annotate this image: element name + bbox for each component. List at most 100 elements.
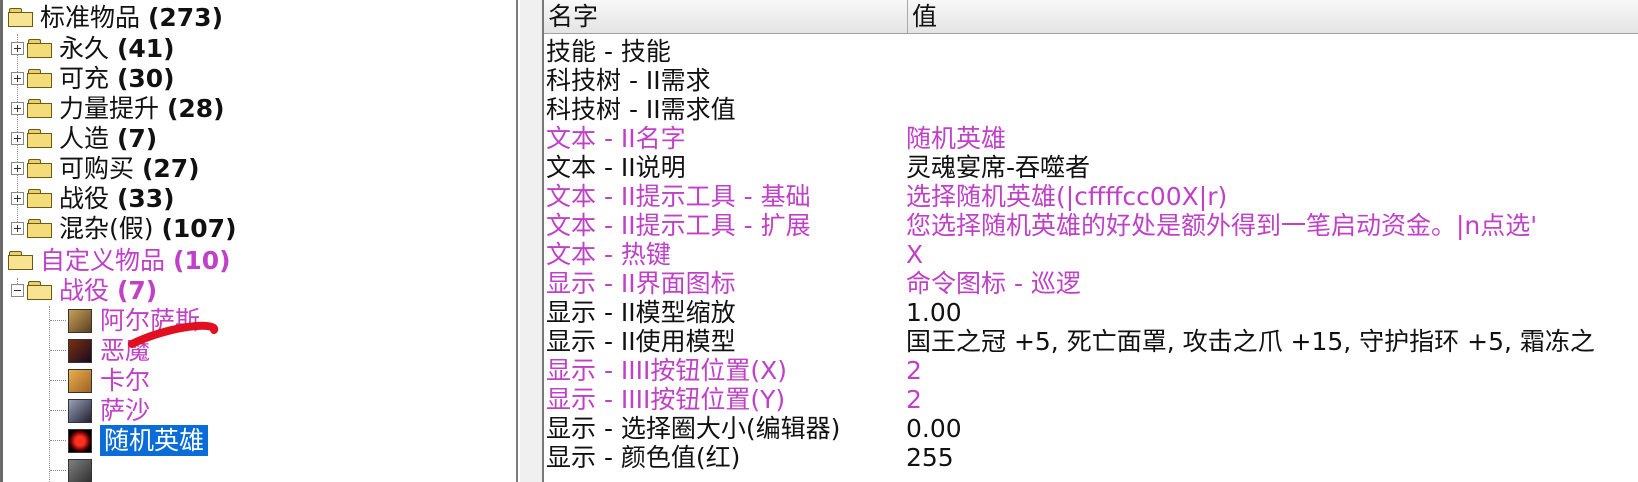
folder-icon: [27, 68, 53, 89]
property-name-cell: 科技树 - II需求值: [546, 95, 736, 124]
tree-item-kael[interactable]: 卡尔: [68, 365, 150, 396]
expand-plus-icon[interactable]: [11, 132, 24, 145]
folder-icon: [27, 128, 53, 149]
tree-node-label: 力量提升 (28): [59, 94, 225, 123]
tree-item-random-hero[interactable]: 随机英雄: [68, 425, 209, 456]
property-row[interactable]: 技能 - 技能: [544, 37, 1638, 66]
tree-node-label: 可购买 (27): [59, 154, 200, 183]
column-header-name[interactable]: 名字: [544, 0, 908, 33]
property-name-cell: 显示 - II使用模型: [546, 327, 736, 356]
tree-node-misc[interactable]: 混杂(假) (107): [11, 213, 237, 244]
splitter[interactable]: [520, 0, 542, 482]
expand-plus-icon[interactable]: [11, 192, 24, 205]
property-row[interactable]: 显示 - 选择圈大小(编辑器) 0.00: [544, 414, 1638, 443]
property-row[interactable]: 显示 - II使用模型 国王之冠 +5, 死亡面罩, 攻击之爪 +15, 守护指环…: [544, 327, 1638, 356]
property-name-cell: 显示 - II界面图标: [546, 269, 736, 298]
property-value-cell: 命令图标 - 巡逻: [906, 269, 1081, 298]
expand-plus-icon[interactable]: [11, 72, 24, 85]
property-value-cell: X: [906, 240, 924, 269]
folder-icon: [27, 38, 53, 59]
tree-node-powerup[interactable]: 力量提升 (28): [11, 93, 225, 124]
column-header-value[interactable]: 值: [908, 0, 1638, 33]
tree-node-purchasable[interactable]: 可购买 (27): [11, 153, 200, 184]
list-header: 名字 值: [544, 0, 1638, 34]
red-scribble-mark: [128, 321, 219, 348]
tree-node-label: 战役 (33): [59, 184, 175, 213]
open-folder-icon: [27, 280, 53, 301]
property-name-cell: 技能 - 技能: [546, 37, 671, 66]
property-row[interactable]: 科技树 - II需求: [544, 66, 1638, 95]
property-name-cell: 文本 - 热键: [546, 240, 671, 269]
tree-node-standard-items[interactable]: 标准物品 (273): [8, 2, 223, 33]
property-row[interactable]: 文本 - II说明 灵魂宴席-吞噬者: [544, 153, 1638, 182]
property-list-pane[interactable]: 名字 值 技能 - 技能 科技树 - II需求 科技树 - II需求值 文本 - II…: [542, 0, 1638, 482]
property-row[interactable]: 文本 - II提示工具 - 扩展 您选择随机英雄的好处是额外得到一笔启动资金。|n…: [544, 211, 1638, 240]
property-row[interactable]: 显示 - II界面图标 命令图标 - 巡逻: [544, 269, 1638, 298]
tree-node-campaign[interactable]: 战役 (33): [11, 183, 175, 214]
folder-icon: [27, 158, 53, 179]
tree-connector: [50, 470, 66, 471]
expand-plus-icon[interactable]: [11, 162, 24, 175]
property-row[interactable]: 显示 - II模型缩放 1.00: [544, 298, 1638, 327]
tree-node-label: 混杂(假) (107): [59, 214, 237, 243]
tree-node-label: 永久 (41): [59, 34, 175, 63]
property-row[interactable]: 显示 - IIII按钮位置(X) 2: [544, 356, 1638, 385]
folder-icon: [27, 218, 53, 239]
tree-item-partial[interactable]: [68, 455, 100, 482]
property-value-cell: 随机英雄: [906, 124, 1007, 153]
tree-connector: [50, 410, 66, 411]
tree-item-label-selected: 随机英雄: [100, 425, 209, 456]
expand-plus-icon[interactable]: [11, 42, 24, 55]
property-name-cell: 文本 - II说明: [546, 153, 686, 182]
property-value-cell: 255: [906, 443, 954, 472]
tree-connector: [50, 320, 66, 321]
property-name-cell: 显示 - 选择圈大小(编辑器): [546, 414, 841, 443]
hero-portrait-icon: [68, 338, 92, 363]
property-row[interactable]: 科技树 - II需求值: [544, 95, 1638, 124]
tree-node-label: 人造 (7): [59, 124, 158, 153]
property-value-cell: 选择随机英雄(|cffffcc00X|r): [906, 182, 1228, 211]
property-name-cell: 文本 - II提示工具 - 基础: [546, 182, 811, 211]
tree-connector: [49, 306, 50, 482]
tree-node-artifact[interactable]: 人造 (7): [11, 123, 157, 154]
tree-connector: [50, 350, 66, 351]
collapse-minus-icon[interactable]: [11, 284, 24, 297]
property-row[interactable]: 显示 - 颜色值(红) 255: [544, 443, 1638, 472]
hero-portrait-icon: [68, 398, 92, 423]
tree-item-sasha[interactable]: 萨沙: [68, 395, 150, 426]
folder-icon: [27, 188, 53, 209]
property-row[interactable]: 文本 - II名字 随机英雄: [544, 124, 1638, 153]
tree-node-permanent[interactable]: 永久 (41): [11, 33, 175, 64]
folder-icon: [27, 98, 53, 119]
hero-portrait-icon: [68, 458, 92, 482]
open-folder-icon: [8, 250, 34, 271]
property-row[interactable]: 文本 - II提示工具 - 基础 选择随机英雄(|cffffcc00X|r): [544, 182, 1638, 211]
property-name-cell: 文本 - II提示工具 - 扩展: [546, 211, 811, 240]
tree-item-label: 卡尔: [100, 366, 151, 395]
tree-node-custom-campaign[interactable]: 战役 (7): [11, 275, 157, 306]
tree-node-custom-items[interactable]: 自定义物品 (10): [8, 245, 231, 276]
property-name-cell: 文本 - II名字: [546, 124, 686, 153]
property-value-cell: 2: [906, 356, 922, 385]
property-name-cell: 显示 - IIII按钮位置(X): [546, 356, 788, 385]
property-value-cell: 国王之冠 +5, 死亡面罩, 攻击之爪 +15, 守护指环 +5, 霜冻之: [906, 327, 1595, 356]
object-editor-window: 标准物品 (273) 永久 (41) 可充 (30) 力量提升 (28) 人造 …: [0, 0, 1638, 482]
property-value-cell: 您选择随机英雄的好处是额外得到一笔启动资金。|n点选': [906, 211, 1538, 240]
expand-plus-icon[interactable]: [11, 102, 24, 115]
expand-plus-icon[interactable]: [11, 222, 24, 235]
property-value-cell: 2: [906, 385, 922, 414]
hero-portrait-icon: [68, 368, 92, 393]
tree-node-label: 可充 (30): [59, 64, 175, 93]
property-row[interactable]: 文本 - 热键 X: [544, 240, 1638, 269]
property-name-cell: 科技树 - II需求: [546, 66, 711, 95]
tree-node-charged[interactable]: 可充 (30): [11, 63, 175, 94]
tree-node-label: 战役 (7): [59, 276, 158, 305]
property-name-cell: 显示 - 颜色值(红): [546, 443, 741, 472]
property-row[interactable]: 显示 - IIII按钮位置(Y) 2: [544, 385, 1638, 414]
property-name-cell: 显示 - II模型缩放: [546, 298, 736, 327]
object-tree-pane[interactable]: 标准物品 (273) 永久 (41) 可充 (30) 力量提升 (28) 人造 …: [0, 0, 520, 482]
tree-node-label: 标准物品 (273): [40, 3, 224, 32]
property-value-cell: 1.00: [906, 298, 962, 327]
tree-item-label: 萨沙: [100, 396, 151, 425]
property-value-cell: 0.00: [906, 414, 962, 443]
